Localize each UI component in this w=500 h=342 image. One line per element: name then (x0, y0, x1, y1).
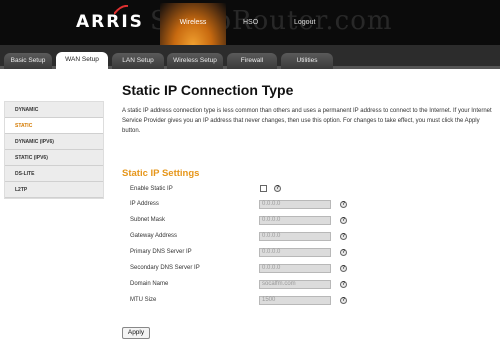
help-icon[interactable]: ? (274, 185, 281, 192)
top-tab-logout[interactable]: Logout (294, 19, 315, 26)
sidebar-item-ds-lite[interactable]: DS-LITE (5, 166, 103, 182)
mtu-size-row: MTU Size 1500 ? (130, 296, 360, 306)
tab-firewall[interactable]: Firewall (227, 53, 277, 69)
sidebar-item-dynamic-ipv6[interactable]: DYNAMIC (IPV6) (5, 134, 103, 150)
sidebar-item-static[interactable]: STATIC (5, 118, 103, 134)
sidebar-item-static-ipv6[interactable]: STATIC (IPV6) (5, 150, 103, 166)
help-icon[interactable]: ? (340, 297, 347, 304)
top-tab-hso[interactable]: HSO (243, 19, 258, 26)
enable-static-ip-label: Enable Static IP (130, 186, 173, 192)
sidebar-item-dynamic[interactable]: DYNAMIC (5, 102, 103, 118)
enable-static-ip-checkbox[interactable] (260, 185, 267, 192)
help-icon[interactable]: ? (340, 265, 347, 272)
section-title: Static IP Settings (122, 168, 200, 179)
page-title: Static IP Connection Type (122, 82, 294, 98)
subnet-mask-label: Subnet Mask (130, 217, 166, 223)
arris-logo: ARRIS (76, 12, 144, 32)
tab-utilities[interactable]: Utilities (281, 53, 333, 69)
help-icon[interactable]: ? (340, 217, 347, 224)
main-content: Static IP Connection Type A static IP ad… (122, 82, 492, 136)
mtu-size-label: MTU Size (130, 297, 157, 303)
gateway-address-label: Gateway Address (130, 233, 178, 239)
primary-dns-input[interactable]: 0.0.0.0 (259, 248, 331, 257)
enable-static-ip-row: Enable Static IP ? (130, 185, 360, 195)
domain-name-label: Domain Name (130, 281, 169, 287)
secondary-dns-label: Secondary DNS Server IP (130, 265, 200, 271)
ip-address-input[interactable]: 0.0.0.0 (259, 200, 331, 209)
secondary-dns-input[interactable]: 0.0.0.0 (259, 264, 331, 273)
subnet-mask-row: Subnet Mask 0.0.0.0 ? (130, 216, 360, 226)
help-icon[interactable]: ? (340, 201, 347, 208)
mtu-size-input[interactable]: 1500 (259, 296, 331, 305)
logo-swoosh-icon (114, 5, 128, 15)
help-icon[interactable]: ? (340, 249, 347, 256)
sidebar-item-l2tp[interactable]: L2TP (5, 182, 103, 198)
sub-nav: Basic Setup WAN Setup LAN Setup Wireless… (0, 45, 500, 70)
domain-name-input[interactable]: socalfm.com (259, 280, 331, 289)
sidebar: DYNAMIC STATIC DYNAMIC (IPV6) STATIC (IP… (4, 101, 104, 199)
tab-basic-setup[interactable]: Basic Setup (4, 53, 52, 69)
gateway-address-input[interactable]: 0.0.0.0 (259, 232, 331, 241)
primary-dns-row: Primary DNS Server IP 0.0.0.0 ? (130, 248, 360, 258)
primary-dns-label: Primary DNS Server IP (130, 249, 192, 255)
domain-name-row: Domain Name socalfm.com ? (130, 280, 360, 290)
top-bar: SetupRouter.com ARRIS Wireless HSO Logou… (0, 0, 500, 45)
gateway-address-row: Gateway Address 0.0.0.0 ? (130, 232, 360, 242)
tab-wireless-setup[interactable]: Wireless Setup (167, 53, 223, 69)
ip-address-label: IP Address (130, 201, 159, 207)
tab-lan-setup[interactable]: LAN Setup (112, 53, 164, 69)
ip-address-row: IP Address 0.0.0.0 ? (130, 200, 360, 210)
subnet-mask-input[interactable]: 0.0.0.0 (259, 216, 331, 225)
secondary-dns-row: Secondary DNS Server IP 0.0.0.0 ? (130, 264, 360, 274)
apply-button[interactable]: Apply (122, 327, 150, 339)
page-description: A static IP address connection type is l… (122, 108, 492, 134)
tab-wan-setup[interactable]: WAN Setup (56, 52, 108, 70)
help-icon[interactable]: ? (340, 281, 347, 288)
top-tab-wireless[interactable]: Wireless (160, 3, 226, 45)
help-icon[interactable]: ? (340, 233, 347, 240)
